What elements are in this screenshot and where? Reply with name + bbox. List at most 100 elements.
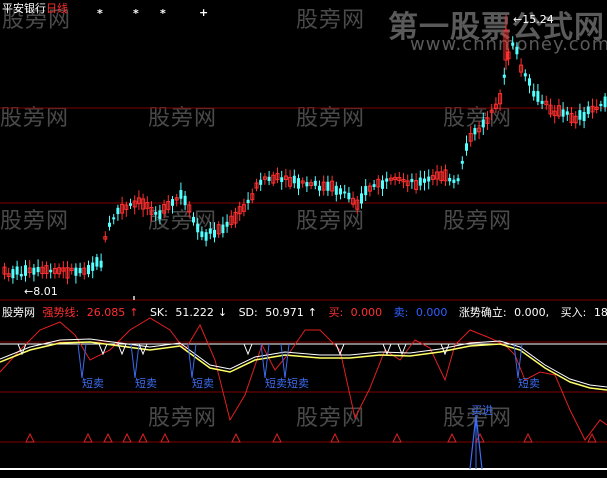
signal-triangle-up xyxy=(330,432,340,443)
candle-body xyxy=(108,222,111,227)
candle-body xyxy=(213,229,216,238)
signal-triangle-down xyxy=(243,343,253,356)
signal-triangle-up xyxy=(25,432,35,443)
sell-spike xyxy=(260,343,270,379)
low-price-label: ←8.01 xyxy=(24,285,58,298)
candle-body xyxy=(561,109,565,117)
candle-body xyxy=(452,179,456,183)
candle-body xyxy=(36,266,40,273)
candle-body xyxy=(183,195,187,206)
candle-body xyxy=(481,119,485,128)
candle-body xyxy=(381,180,384,189)
signal-triangle-up xyxy=(475,432,485,443)
candle-body xyxy=(24,265,27,276)
signal-triangle-up xyxy=(392,432,402,443)
legend-buy: 买: 0.000 xyxy=(328,306,383,319)
legend-sk: SK: 51.222 ↓ xyxy=(149,306,228,319)
indicator-legend: 股旁网 强势线: 26.085 ↑ SK: 51.222 ↓ SD: 50.971 ↑… xyxy=(2,304,607,320)
stock-chart-window[interactable]: 股旁网 股旁网 股旁网 股旁网 股旁网 股旁网 股旁网 股旁网 股旁网 股旁网 … xyxy=(0,0,607,478)
chart-title: 平安银行日线 xyxy=(2,2,68,15)
candle-body xyxy=(91,262,95,271)
candle-body xyxy=(347,192,351,200)
sell-signal-label: 短卖 xyxy=(192,377,214,390)
candle-body xyxy=(456,178,460,182)
candle-body xyxy=(540,100,544,104)
candle-body xyxy=(49,269,53,273)
candle-body xyxy=(586,106,590,115)
candle-body xyxy=(528,78,531,86)
candle-body xyxy=(196,223,200,233)
sell-signal-label: 短卖 xyxy=(518,377,540,390)
candle-body xyxy=(326,181,330,191)
candle-body xyxy=(192,216,195,223)
candle-body xyxy=(364,186,368,196)
candle-body xyxy=(15,266,19,275)
candle-body xyxy=(112,217,116,220)
candle-body xyxy=(313,180,317,186)
candle-body xyxy=(246,199,250,204)
signal-triangle-up xyxy=(272,432,282,443)
candle-body xyxy=(292,175,296,184)
sell-signal-label: 短卖 xyxy=(135,377,157,390)
candle-body xyxy=(385,178,389,182)
candle-body xyxy=(578,110,582,120)
stock-name: 平安银行 xyxy=(2,2,46,15)
legend-sell: 卖: 0.000 xyxy=(393,306,448,319)
candle-body xyxy=(536,91,540,102)
candle-body xyxy=(511,42,515,46)
candle-body xyxy=(334,185,338,195)
candle-body xyxy=(502,74,506,78)
signal-triangle-up xyxy=(447,432,457,443)
candle-body xyxy=(78,267,82,274)
candle-body xyxy=(339,188,342,195)
candle-body xyxy=(158,210,162,220)
candle-body xyxy=(410,178,414,183)
candle-body xyxy=(74,267,78,276)
signal-triangle-up xyxy=(160,432,170,443)
signal-triangle-up xyxy=(523,432,533,443)
candle-body xyxy=(259,179,263,185)
candle-body xyxy=(360,193,363,204)
candle-body xyxy=(343,191,347,194)
indicator-name: 股旁网 xyxy=(2,306,35,319)
signal-triangle-up xyxy=(83,432,93,443)
legend-uptrend: 涨势确立: 0.000, xyxy=(458,306,550,319)
candle-body xyxy=(11,269,15,279)
candle-body xyxy=(448,177,452,182)
legend-strong-line: 强势线: 26.085 ↑ xyxy=(42,306,139,319)
signal-triangle-up xyxy=(138,432,148,443)
signal-triangle-up xyxy=(103,432,113,443)
candle-body xyxy=(19,273,23,277)
candle-body xyxy=(200,231,204,238)
candle-body xyxy=(318,185,321,191)
period-label: 日线 xyxy=(46,2,68,15)
candle-body xyxy=(221,224,225,234)
candle-body xyxy=(116,207,120,215)
candle-body xyxy=(280,177,284,183)
candle-body xyxy=(465,143,468,151)
candle-body xyxy=(129,203,132,206)
candle-body xyxy=(171,199,174,206)
high-price-label: ←15.24 xyxy=(513,13,554,26)
candle-body xyxy=(204,232,208,241)
candle-body xyxy=(179,190,183,199)
candle-body xyxy=(305,182,309,187)
marker-plus: + xyxy=(199,6,209,19)
candle-body xyxy=(515,46,519,55)
candle-body xyxy=(423,178,426,183)
sell-spike xyxy=(187,343,197,379)
candle-body xyxy=(532,90,536,97)
candle-body xyxy=(87,265,90,275)
candle-body xyxy=(460,160,464,164)
sell-spike xyxy=(77,343,87,379)
candle-body xyxy=(267,176,271,181)
marker-star: * xyxy=(160,7,166,20)
signal-triangle-down xyxy=(335,343,345,356)
candle-body xyxy=(523,73,527,77)
signal-triangle-up xyxy=(231,432,241,443)
buy-signal-label: 买进 xyxy=(471,404,493,417)
candle-body xyxy=(599,103,603,107)
candle-body xyxy=(208,228,212,234)
chart-canvas[interactable] xyxy=(0,0,607,478)
candle-body xyxy=(582,111,586,122)
